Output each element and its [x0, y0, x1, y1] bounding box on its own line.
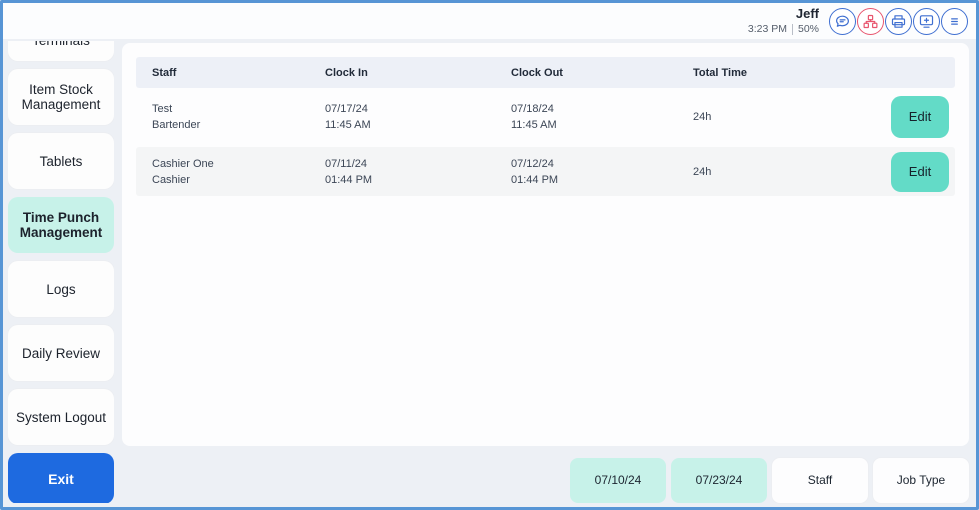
bottom-filter-bar: 07/10/24 07/23/24 Staff Job Type — [122, 457, 969, 503]
clock-out-date: 07/18/24 — [511, 102, 554, 115]
sidebar-item-label: Tablets — [39, 153, 83, 169]
printer-icon — [890, 13, 907, 30]
clock-out-time: 11:45 AM — [511, 118, 557, 131]
clock-in-cell: 07/17/24 11:45 AM — [325, 88, 371, 145]
top-bar: Jeff 3:23 PM 50% — [3, 3, 976, 39]
clock-in-cell: 07/11/24 01:44 PM — [325, 147, 372, 196]
edit-button[interactable]: Edit — [891, 95, 949, 138]
main-content-card: Staff Clock In Clock Out Total Time Test… — [122, 43, 969, 446]
edit-button[interactable]: Edit — [891, 151, 949, 192]
sidebar-item-tablets[interactable]: Tablets — [8, 133, 114, 189]
staff-filter-button[interactable]: Staff — [772, 457, 868, 503]
clock-out-cell: 07/12/24 01:44 PM — [511, 147, 558, 196]
battery-percent: 50% — [797, 22, 819, 35]
exit-button[interactable]: Exit — [8, 453, 114, 503]
job-type-filter-button[interactable]: Job Type — [873, 457, 969, 503]
clock-in-date: 07/11/24 — [325, 157, 368, 170]
display-add-button[interactable] — [913, 7, 940, 35]
sidebar-item-label: System Logout — [15, 409, 107, 425]
column-header-clock-out: Clock Out — [511, 66, 563, 79]
table-row: Cashier One Cashier 07/11/24 01:44 PM 07… — [136, 147, 955, 196]
sidebar-item-item-stock-management[interactable]: Item Stock Management — [8, 69, 114, 125]
status-divider — [791, 23, 793, 35]
sidebar-item-terminals[interactable]: Terminals — [8, 41, 114, 61]
clock-out-date: 07/12/24 — [511, 157, 554, 170]
clock-in-time: 11:45 AM — [325, 118, 371, 131]
staff-name: Test — [152, 102, 173, 115]
chat-icon — [834, 13, 851, 30]
user-name: Jeff — [795, 6, 819, 22]
column-header-total-time: Total Time — [693, 66, 747, 79]
clock-out-time: 01:44 PM — [511, 173, 559, 186]
sidebar-item-label: Terminals — [8, 41, 114, 48]
sidebar-item-label: Daily Review — [21, 345, 101, 361]
column-header-staff: Staff — [152, 66, 177, 79]
total-time-cell: 24h — [693, 110, 712, 123]
clock-out-cell: 07/18/24 11:45 AM — [511, 88, 557, 145]
network-button[interactable] — [857, 7, 884, 35]
clock-in-time: 01:44 PM — [325, 173, 373, 186]
exit-button-label: Exit — [48, 470, 74, 487]
staff-cell: Cashier One Cashier — [152, 147, 214, 196]
topbar-icon-row — [829, 7, 968, 35]
app-window: Jeff 3:23 PM 50% Item Stock Management T… — [0, 0, 979, 510]
staff-role: Bartender — [152, 118, 201, 131]
sidebar-item-label: Logs — [46, 281, 76, 297]
clock-time: 3:23 PM — [747, 22, 787, 35]
sidebar-item-time-punch-management[interactable]: Time Punch Management — [8, 197, 114, 253]
sidebar-item-system-logout[interactable]: System Logout — [8, 389, 114, 445]
sidebar-item-logs[interactable]: Logs — [8, 261, 114, 317]
time-punch-table: Staff Clock In Clock Out Total Time Test… — [136, 57, 955, 196]
total-time-cell: 24h — [693, 165, 712, 178]
chat-button[interactable] — [829, 7, 856, 35]
sidebar-item-daily-review[interactable]: Daily Review — [8, 325, 114, 381]
print-button[interactable] — [885, 7, 912, 35]
menu-button[interactable] — [941, 7, 968, 35]
user-block: Jeff 3:23 PM 50% — [748, 6, 819, 35]
end-date-button[interactable]: 07/23/24 — [671, 457, 767, 503]
sidebar-item-label: Item Stock Management — [21, 82, 101, 112]
display-add-icon — [918, 13, 935, 30]
menu-icon — [946, 13, 963, 30]
user-status: 3:23 PM 50% — [748, 23, 819, 36]
clock-in-date: 07/17/24 — [325, 102, 368, 115]
start-date-button[interactable]: 07/10/24 — [570, 457, 666, 503]
staff-role: Cashier — [152, 173, 190, 186]
network-icon — [862, 13, 879, 30]
sidebar-item-label: Time Punch Management — [19, 210, 103, 240]
table-header-row: Staff Clock In Clock Out Total Time — [136, 57, 955, 88]
staff-name: Cashier One — [152, 157, 214, 170]
sidebar: Terminals Item Stock Management Tablets … — [8, 41, 114, 503]
table-row: Test Bartender 07/17/24 11:45 AM 07/18/2… — [136, 88, 955, 145]
staff-cell: Test Bartender — [152, 88, 200, 145]
column-header-clock-in: Clock In — [325, 66, 368, 79]
